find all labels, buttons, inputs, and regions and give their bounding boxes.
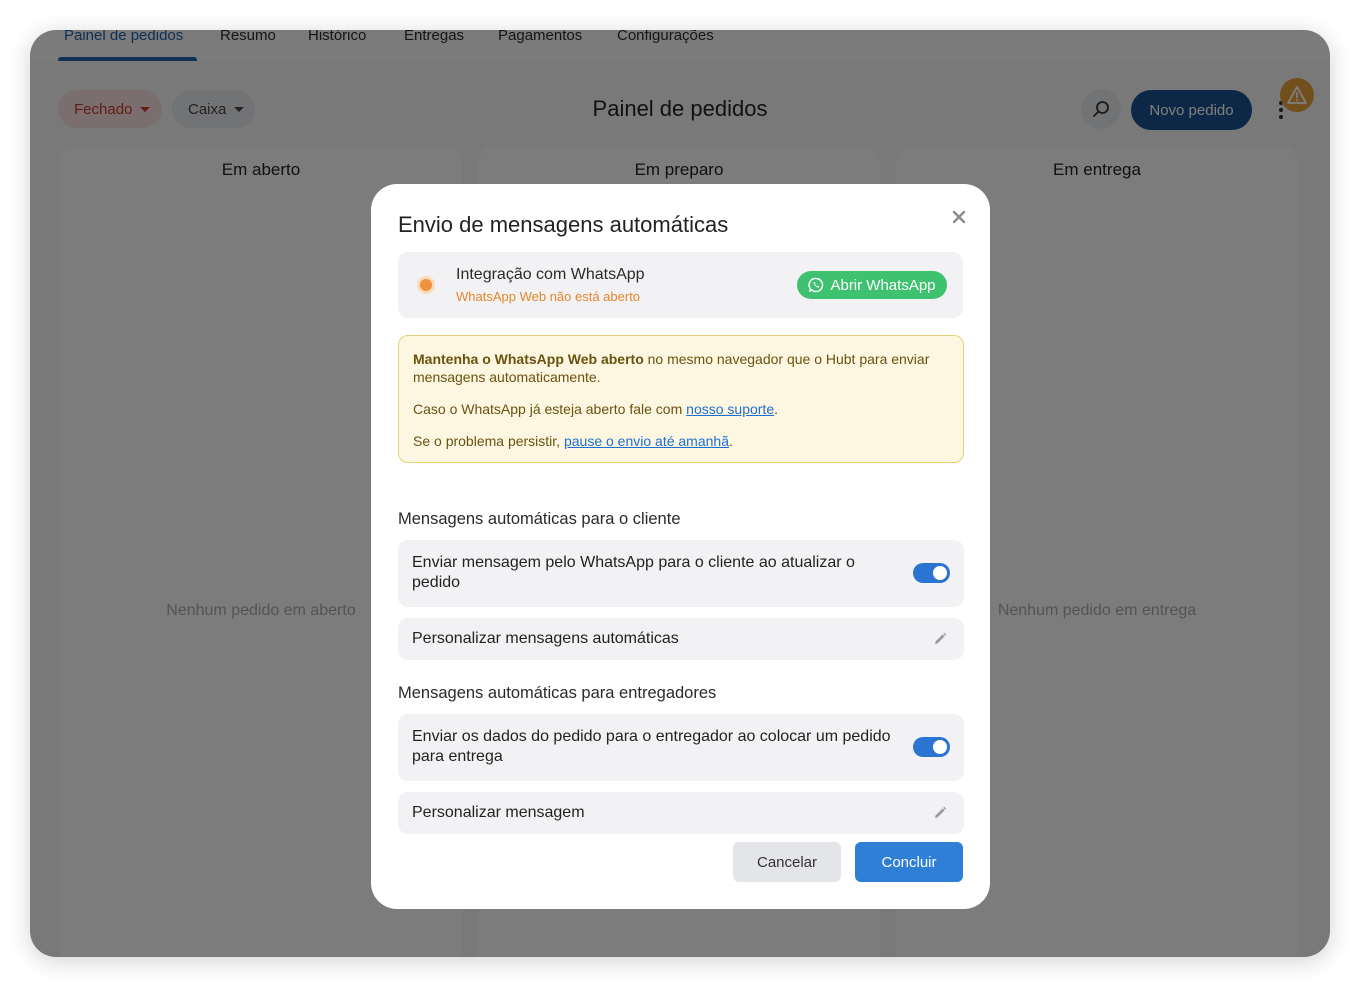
notice-text: . — [774, 401, 778, 417]
whatsapp-icon — [808, 277, 824, 293]
customer-toggle-label: Enviar mensagem pelo WhatsApp para o cli… — [412, 554, 855, 591]
whatsapp-integration-card: Integração com WhatsApp WhatsApp Web não… — [398, 252, 963, 318]
status-indicator-dot — [420, 279, 432, 291]
close-button[interactable] — [948, 206, 970, 228]
notice-text: Caso o WhatsApp já esteja aberto fale co… — [413, 401, 687, 417]
customize-customer-messages-row[interactable]: Personalizar mensagens automáticas — [398, 618, 964, 660]
close-icon — [952, 210, 966, 224]
app-window: Painel de pedidos Resumo Histórico Entre… — [30, 30, 1330, 957]
customer-message-toggle[interactable] — [913, 563, 950, 583]
notice-text: . — [728, 433, 733, 449]
toggle-knob — [933, 566, 947, 580]
customize-customer-label: Personalizar mensagens automáticas — [412, 630, 679, 647]
confirm-button[interactable]: Concluir — [855, 842, 963, 882]
automatic-messages-dialog: Envio de mensagens automáticas Integraçã… — [371, 184, 990, 909]
notice-text: Se o problema persistir, — [413, 433, 564, 449]
cancel-button[interactable]: Cancelar — [733, 842, 841, 882]
notice-line-1: Mantenha o WhatsApp Web aberto no mesmo … — [413, 350, 949, 386]
customize-courier-label: Personalizar mensagem — [412, 804, 585, 821]
toggle-knob — [933, 740, 947, 754]
whatsapp-warning-notice: Mantenha o WhatsApp Web aberto no mesmo … — [398, 335, 964, 463]
courier-message-toggle-row: Enviar os dados do pedido para o entrega… — [398, 714, 964, 781]
pause-sending-link[interactable]: pause o envio até amanhã — [564, 433, 729, 449]
dialog-title: Envio de mensagens automáticas — [398, 212, 729, 237]
courier-toggle-label: Enviar os dados do pedido para o entrega… — [412, 728, 891, 765]
customize-courier-message-row[interactable]: Personalizar mensagem — [398, 792, 964, 834]
support-link[interactable]: nosso suporte — [686, 401, 774, 417]
customer-section-title: Mensagens automáticas para o cliente — [398, 510, 681, 528]
open-whatsapp-button[interactable]: Abrir WhatsApp — [797, 271, 947, 299]
notice-line-3: Se o problema persistir, pause o envio a… — [413, 432, 949, 450]
courier-message-toggle[interactable] — [913, 737, 950, 757]
pencil-icon[interactable] — [932, 631, 948, 647]
integration-status: WhatsApp Web não está aberto — [456, 289, 641, 304]
notice-emphasis: Mantenha o WhatsApp Web aberto — [413, 351, 644, 367]
integration-title: Integração com WhatsApp — [456, 266, 645, 283]
open-whatsapp-label: Abrir WhatsApp — [830, 276, 936, 294]
notice-line-2: Caso o WhatsApp já esteja aberto fale co… — [413, 400, 949, 418]
pencil-icon[interactable] — [932, 805, 948, 821]
courier-section-title: Mensagens automáticas para entregadores — [398, 684, 717, 702]
customer-message-toggle-row: Enviar mensagem pelo WhatsApp para o cli… — [398, 540, 964, 607]
